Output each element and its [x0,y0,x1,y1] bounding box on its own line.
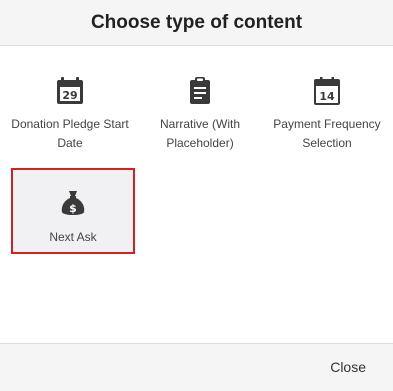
calendar-14-icon: 14 [312,76,342,106]
tile-label: Donation Pledge Start Date [11,117,129,150]
tile-next-ask[interactable]: $ Next Ask [11,168,135,254]
close-button[interactable]: Close [330,359,366,375]
money-bag-icon: $ [58,188,88,218]
tile-donation-pledge-start-date[interactable]: 29 Donation Pledge Start Date [8,46,132,150]
choose-content-dialog: Choose type of content 29 Donation Pledg… [0,0,393,391]
tile-label: Next Ask [49,230,97,244]
clipboard-icon [185,76,215,106]
tile-label: Narrative (With Placeholder) [159,117,240,150]
svg-text:14: 14 [319,90,335,103]
svg-text:29: 29 [62,89,77,102]
tile-payment-frequency-selection[interactable]: 14 Payment Frequency Selection [265,46,389,150]
dialog-title: Choose type of content [90,11,303,33]
dialog-footer: Close [0,343,393,391]
calendar-29-icon: 29 [55,76,85,106]
dialog-header: Choose type of content [0,0,393,46]
tile-label: Payment Frequency Selection [273,117,381,150]
svg-text:$: $ [69,202,77,215]
tile-narrative-with-placeholder[interactable]: Narrative (With Placeholder) [138,46,262,150]
